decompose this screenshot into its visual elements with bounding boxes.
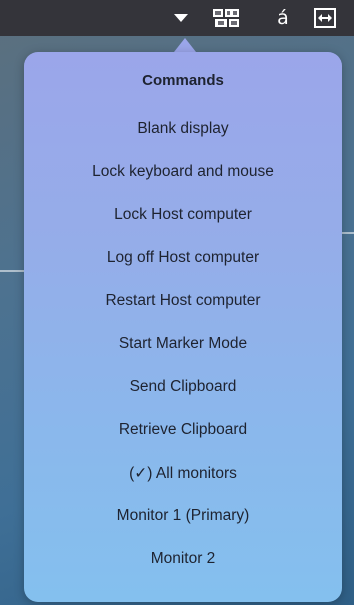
- triangle-down-icon[interactable]: [168, 0, 194, 36]
- menu-item-label: Start Marker Mode: [118, 335, 248, 352]
- menu-item-retrieve-clipboard[interactable]: Retrieve Clipboard: [24, 419, 342, 462]
- menu-item-lock-keyboard-and-mouse[interactable]: Lock keyboard and mouse: [24, 161, 342, 204]
- desktop-background-streak: [342, 232, 354, 234]
- menu-item-label: All monitors: [155, 465, 237, 482]
- menu-item-lock-host-computer[interactable]: Lock Host computer: [24, 204, 342, 247]
- menu-item-blank-display[interactable]: Blank display: [24, 118, 342, 161]
- checkmark-icon: ✓: [134, 464, 148, 482]
- top-toolbar: á: [0, 0, 354, 36]
- fit-to-window-icon[interactable]: [310, 0, 340, 36]
- menu-item-monitor-1-primary[interactable]: Monitor 1 (Primary): [24, 505, 342, 548]
- menu-item-label: Monitor 2: [150, 550, 216, 567]
- paren-close: ): [147, 465, 156, 482]
- menu-item-label: Log off Host computer: [106, 249, 260, 266]
- menu-item-monitor-2[interactable]: Monitor 2: [24, 548, 342, 591]
- accent-character-icon[interactable]: á: [270, 0, 296, 36]
- commands-menu: Commands Blank display Lock keyboard and…: [24, 52, 342, 602]
- menu-header: Commands: [142, 72, 224, 89]
- menu-item-label: Restart Host computer: [105, 292, 261, 309]
- menu-item-send-clipboard[interactable]: Send Clipboard: [24, 376, 342, 419]
- menu-item-label: Lock keyboard and mouse: [92, 163, 274, 180]
- menu-item-label: Send Clipboard: [129, 378, 237, 395]
- menu-item-restart-host-computer[interactable]: Restart Host computer: [24, 290, 342, 333]
- keyboard-icon[interactable]: [210, 0, 244, 36]
- menu-item-label: Retrieve Clipboard: [118, 421, 248, 438]
- desktop-background-streak: [0, 270, 24, 272]
- menu-item-label: Monitor 1 (Primary): [116, 507, 250, 524]
- menu-item-label: Blank display: [137, 120, 229, 137]
- menu-item-all-monitors[interactable]: (✓) All monitors: [24, 462, 342, 505]
- menu-item-log-off-host-computer[interactable]: Log off Host computer: [24, 247, 342, 290]
- menu-items-list: Blank display Lock keyboard and mouse Lo…: [24, 118, 342, 591]
- menu-item-start-marker-mode[interactable]: Start Marker Mode: [24, 333, 342, 376]
- menu-pointer-notch: [174, 38, 196, 52]
- menu-item-label: Lock Host computer: [114, 206, 252, 223]
